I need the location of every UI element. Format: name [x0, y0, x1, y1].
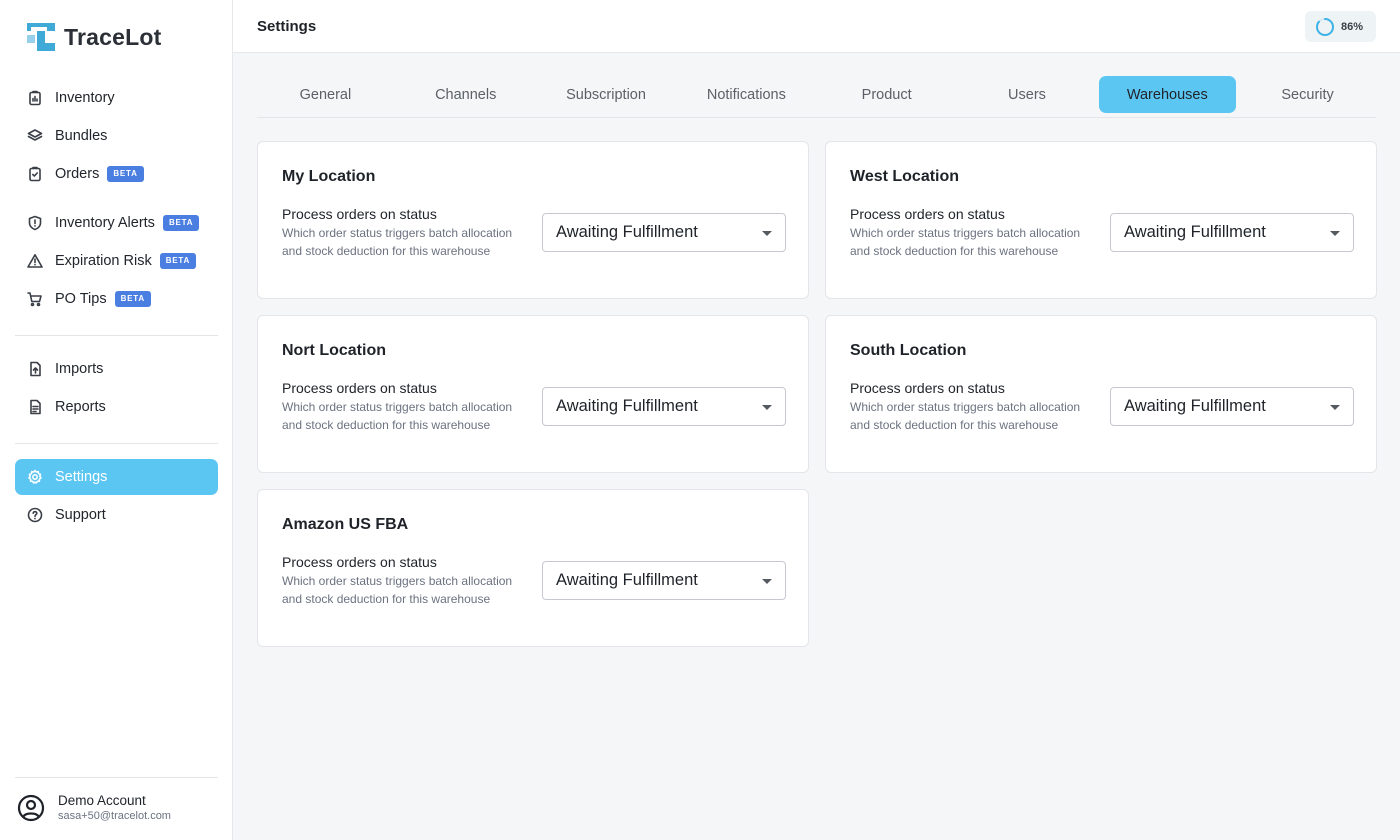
app-logo[interactable]: TraceLot [27, 23, 161, 51]
caret-down-icon [762, 405, 772, 410]
clipboard-check-icon [27, 166, 43, 182]
process-status-select[interactable]: Awaiting Fulfillment [542, 561, 786, 600]
sidebar-item-label: PO Tips [55, 291, 107, 307]
process-status-select[interactable]: Awaiting Fulfillment [542, 213, 786, 252]
nav-group-insights: Inventory Alerts BETA Expiration Risk BE… [15, 205, 218, 319]
sidebar-item-bundles[interactable]: Bundles [15, 118, 218, 154]
sidebar-item-label: Bundles [55, 128, 108, 144]
nav-group-main: Inventory Bundles Orders BETA [15, 80, 218, 194]
tab-security[interactable]: Security [1239, 76, 1376, 113]
sidebar: TraceLot Inventory Bundles Orders BETA I… [0, 0, 233, 840]
app-name: TraceLot [64, 23, 162, 50]
beta-badge: BETA [107, 166, 144, 182]
tab-notifications[interactable]: Notifications [678, 76, 815, 113]
progress-label: 86% [1341, 20, 1364, 33]
sidebar-item-label: Support [55, 507, 106, 523]
sidebar-item-label: Expiration Risk [55, 253, 152, 269]
warehouse-name: Nort Location [282, 342, 386, 359]
caret-down-icon [1330, 405, 1340, 410]
setting-label: Process orders on status [282, 380, 437, 396]
progress-ring-icon [1316, 17, 1334, 36]
sidebar-divider [15, 777, 218, 778]
gear-icon [27, 469, 43, 485]
beta-badge: BETA [114, 291, 151, 307]
tab-general[interactable]: General [257, 76, 394, 113]
process-status-select[interactable]: Awaiting Fulfillment [1110, 213, 1354, 252]
top-header: Settings 86% [233, 0, 1400, 53]
tab-product[interactable]: Product [818, 76, 955, 113]
select-value: Awaiting Fulfillment [1124, 223, 1266, 241]
layers-icon [27, 128, 43, 144]
setting-description: Which order status triggers batch alloca… [850, 226, 1081, 258]
sidebar-item-imports[interactable]: Imports [15, 351, 218, 387]
setting-description: Which order status triggers batch alloca… [282, 226, 513, 258]
account-info: Demo Account sasa+50@tracelot.com [58, 792, 171, 823]
sidebar-item-expiration-risk[interactable]: Expiration Risk BETA [15, 243, 218, 279]
sidebar-item-label: Inventory Alerts [55, 215, 155, 231]
process-status-select[interactable]: Awaiting Fulfillment [1110, 387, 1354, 426]
beta-badge: BETA [159, 253, 197, 269]
nav-group-data: Imports Reports [15, 351, 218, 427]
warehouse-card: Nort Location Process orders on status W… [257, 315, 809, 473]
help-circle-icon [27, 507, 43, 523]
setting-description: Which order status triggers batch alloca… [282, 574, 513, 606]
sidebar-item-inventory-alerts[interactable]: Inventory Alerts BETA [15, 205, 218, 241]
select-value: Awaiting Fulfillment [556, 397, 698, 415]
beta-badge: BETA [162, 215, 200, 231]
tab-channels[interactable]: Channels [397, 76, 534, 113]
setting-label: Process orders on status [850, 380, 1005, 396]
setting-label: Process orders on status [282, 554, 437, 570]
page-title: Settings [257, 18, 317, 35]
warehouse-name: West Location [850, 168, 960, 185]
account-email: sasa+50@tracelot.com [58, 810, 171, 822]
clipboard-chart-icon [27, 90, 43, 106]
select-value: Awaiting Fulfillment [556, 571, 698, 589]
select-value: Awaiting Fulfillment [556, 223, 698, 241]
setting-description: Which order status triggers batch alloca… [282, 400, 513, 432]
setting-label: Process orders on status [282, 206, 437, 222]
sidebar-item-label: Orders [55, 166, 100, 182]
warehouse-card: My Location Process orders on status Whi… [257, 141, 809, 299]
sidebar-item-label: Settings [55, 469, 108, 485]
tab-subscription[interactable]: Subscription [538, 76, 675, 113]
warehouse-name: My Location [282, 168, 376, 185]
account-name: Demo Account [58, 793, 146, 808]
warning-triangle-icon [27, 253, 43, 269]
warehouse-card: Amazon US FBA Process orders on status W… [257, 489, 809, 647]
setting-label: Process orders on status [850, 206, 1005, 222]
warehouse-card: South Location Process orders on status … [825, 315, 1377, 473]
sidebar-divider [15, 335, 218, 336]
sidebar-item-po-tips[interactable]: PO Tips BETA [15, 281, 218, 317]
caret-down-icon [762, 231, 772, 236]
nav-group-system: Settings Support [15, 459, 218, 535]
user-circle-icon [17, 794, 45, 822]
sidebar-item-label: Imports [55, 361, 104, 377]
process-status-select[interactable]: Awaiting Fulfillment [542, 387, 786, 426]
file-text-icon [27, 399, 43, 415]
sidebar-item-support[interactable]: Support [15, 497, 218, 533]
cart-icon [27, 291, 43, 307]
sidebar-item-inventory[interactable]: Inventory [15, 80, 218, 116]
settings-tabs: General Channels Subscription Notificati… [257, 76, 1376, 118]
sidebar-item-settings[interactable]: Settings [15, 459, 218, 495]
sidebar-item-label: Inventory [55, 90, 115, 106]
tracelot-logo-icon [27, 23, 55, 51]
sidebar-item-label: Reports [55, 399, 106, 415]
account-menu[interactable]: Demo Account sasa+50@tracelot.com [17, 792, 171, 823]
file-upload-icon [27, 361, 43, 377]
warehouse-name: Amazon US FBA [282, 516, 409, 533]
shield-alert-icon [27, 215, 43, 231]
setting-description: Which order status triggers batch alloca… [850, 400, 1081, 432]
warehouse-card: West Location Process orders on status W… [825, 141, 1377, 299]
sidebar-item-orders[interactable]: Orders BETA [15, 156, 218, 192]
caret-down-icon [762, 579, 772, 584]
select-value: Awaiting Fulfillment [1124, 397, 1266, 415]
tab-users[interactable]: Users [959, 76, 1096, 113]
sidebar-divider [15, 443, 218, 444]
caret-down-icon [1330, 231, 1340, 236]
warehouse-name: South Location [850, 342, 967, 359]
progress-indicator[interactable]: 86% [1305, 11, 1376, 42]
tab-warehouses[interactable]: Warehouses [1098, 76, 1236, 113]
sidebar-item-reports[interactable]: Reports [15, 389, 218, 425]
